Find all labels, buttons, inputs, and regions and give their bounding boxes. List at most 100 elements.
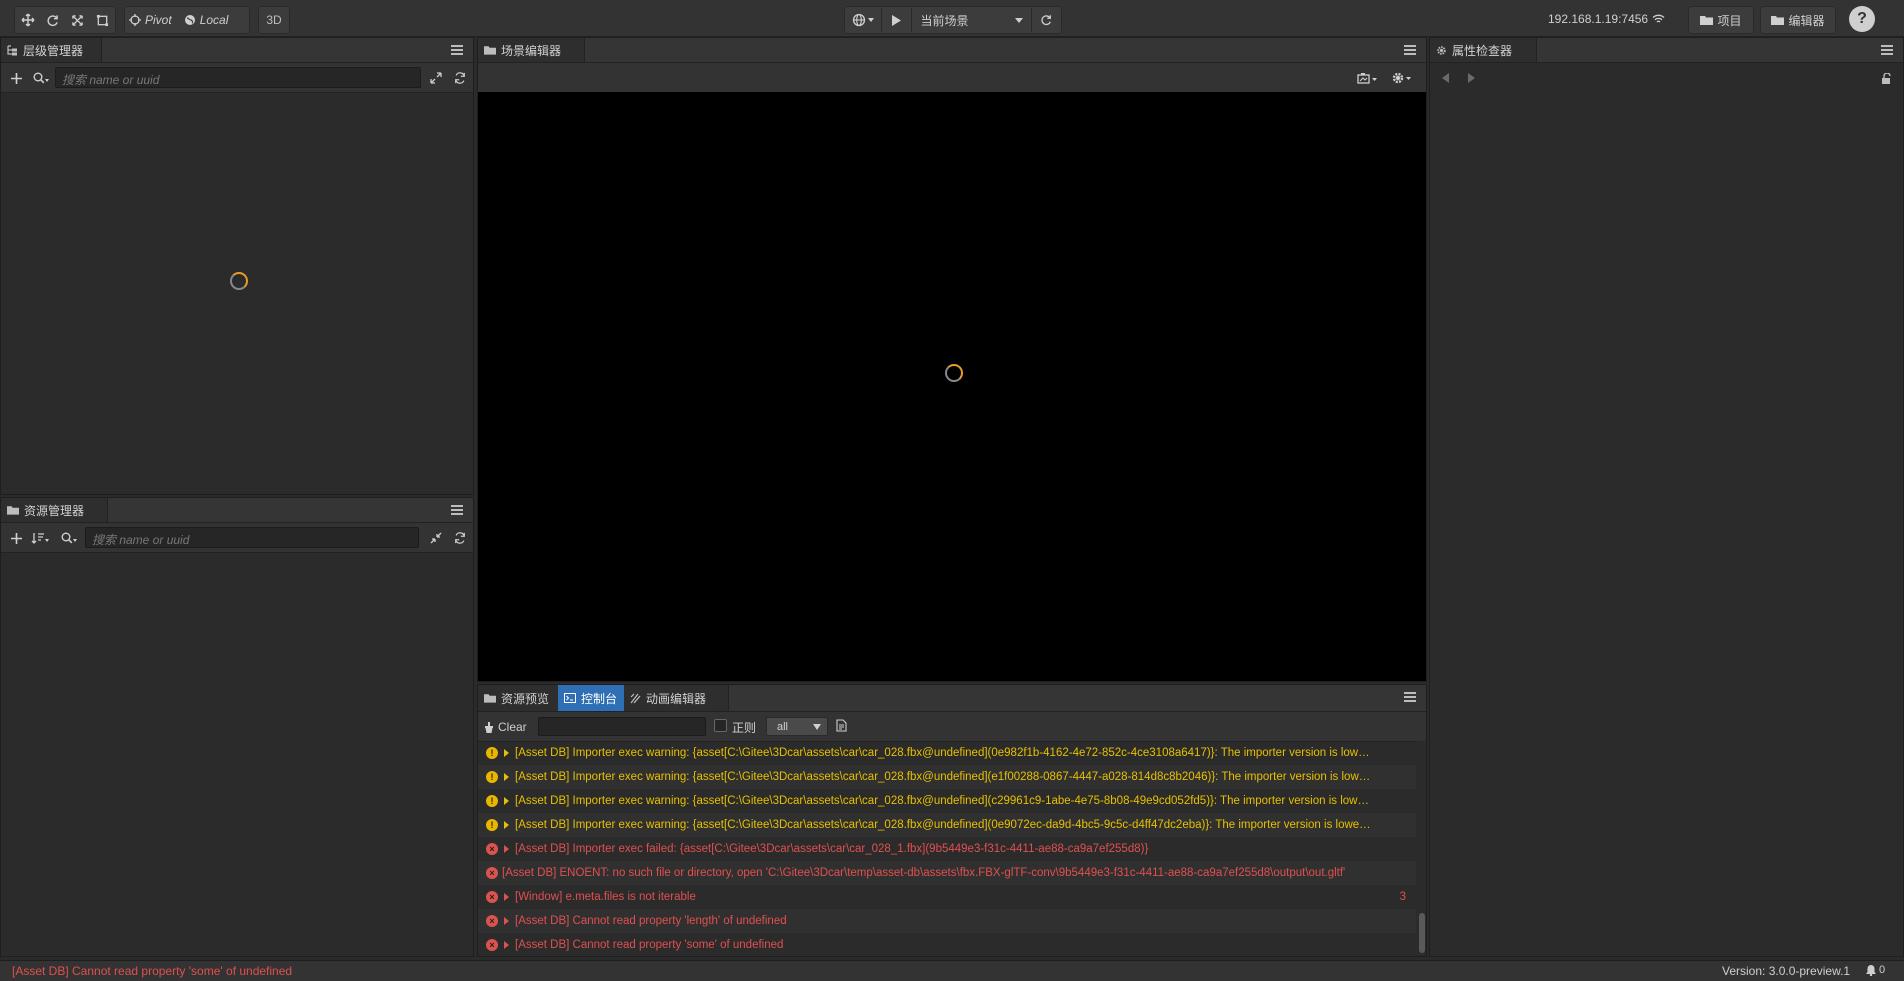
move-tool-icon[interactable] (15, 8, 40, 32)
project-button[interactable]: 项目 (1688, 6, 1754, 34)
tab-hierarchy[interactable]: 层级管理器 (1, 38, 102, 62)
editor-button[interactable]: 编辑器 (1760, 6, 1836, 34)
expand-all-icon[interactable] (427, 69, 445, 87)
rotate-tool-icon[interactable] (40, 8, 65, 32)
expand-arrow-icon[interactable] (504, 773, 509, 781)
console-error-row[interactable]: × [Asset DB] Importer exec failed: {asset… (478, 837, 1416, 861)
assets-menu-icon[interactable] (451, 503, 463, 515)
assets-tree[interactable] (1, 552, 473, 956)
scene-tabbar: 场景编辑器 (478, 38, 1426, 63)
tab-inspector[interactable]: 属性检查器 (1430, 38, 1537, 62)
console-warning-row[interactable]: ! [Asset DB] Importer exec warning: {asse… (478, 741, 1416, 765)
lock-icon[interactable] (1878, 69, 1896, 87)
back-arrow-icon[interactable] (1436, 69, 1454, 87)
status-bar: [Asset DB] Cannot read property 'some' o… (0, 960, 1904, 981)
console-log-list[interactable]: ! [Asset DB] Importer exec warning: {asse… (478, 741, 1416, 956)
console-error-row[interactable]: × [Asset DB] Cannot read property 'some' … (478, 933, 1416, 956)
notification-button[interactable]: 0 (1866, 964, 1885, 976)
collapse-all-icon[interactable] (427, 529, 445, 547)
console-error-row[interactable]: × [Asset DB] Cannot read property 'length… (478, 909, 1416, 933)
console-warning-row[interactable]: ! [Asset DB] Importer exec warning: {asse… (478, 813, 1416, 837)
loading-spinner-icon (945, 364, 963, 382)
pivot-button[interactable]: Pivot (125, 8, 176, 32)
sort-dropdown[interactable] (29, 529, 51, 547)
expand-arrow-icon[interactable] (504, 845, 509, 853)
error-icon: × (486, 843, 498, 855)
open-log-file-icon[interactable] (836, 719, 848, 732)
expand-arrow-icon[interactable] (504, 941, 509, 949)
tab-animation-editor[interactable]: 动画编辑器 (624, 685, 729, 711)
hierarchy-tree[interactable] (1, 92, 473, 494)
console-warning-row[interactable]: ! [Asset DB] Importer exec warning: {asse… (478, 765, 1416, 789)
settings-dropdown[interactable] (1388, 69, 1416, 87)
level-filter-select[interactable]: all (766, 717, 828, 736)
hierarchy-menu-icon[interactable] (451, 43, 463, 55)
loading-spinner-icon (230, 272, 248, 290)
console-scrollbar-thumb[interactable] (1419, 913, 1425, 953)
play-icon (892, 14, 902, 26)
preview-controls: 当前场景 (844, 6, 1062, 34)
hierarchy-panel: 层级管理器 搜索 name or uuid (0, 37, 474, 495)
platform-dropdown[interactable] (845, 8, 883, 32)
camera-dropdown[interactable] (1354, 69, 1382, 87)
scene-title: 场景编辑器 (501, 43, 562, 58)
play-button[interactable] (882, 8, 913, 32)
forward-arrow-icon[interactable] (1462, 69, 1480, 87)
scene-select-value: 当前场景 (920, 13, 969, 28)
console-menu-icon[interactable] (1404, 690, 1416, 702)
expand-arrow-icon[interactable] (504, 893, 509, 901)
search-icon (61, 532, 77, 544)
plus-icon (10, 72, 22, 84)
console-warning-row[interactable]: ! [Asset DB] Importer exec warning: {asse… (478, 789, 1416, 813)
scene-panel: 场景编辑器 (477, 37, 1427, 682)
hierarchy-tabbar: 层级管理器 (1, 38, 473, 63)
assets-title: 资源管理器 (24, 503, 85, 518)
add-asset-button[interactable] (7, 529, 25, 547)
add-node-button[interactable] (7, 69, 25, 87)
expand-arrow-icon[interactable] (504, 797, 509, 805)
preview-address[interactable]: 192.168.1.19:7456 (1548, 10, 1665, 28)
console-scrollbar[interactable] (1418, 741, 1426, 956)
mode-3d-button[interactable]: 3D (258, 6, 290, 34)
clear-button[interactable]: Clear (484, 718, 527, 736)
project-label: 项目 (1717, 13, 1742, 28)
assets-panel: 资源管理器 搜索 name or uuid (0, 497, 474, 957)
folder-icon (1771, 16, 1785, 25)
help-button[interactable]: ? (1849, 6, 1875, 32)
console-error-row[interactable]: × [Asset DB] ENOENT: no such file or dire… (478, 861, 1416, 885)
rect-tool-icon[interactable] (90, 8, 115, 32)
console-message: [Window] e.meta.files is not iterable (515, 891, 696, 903)
search-type-dropdown[interactable] (29, 69, 53, 87)
tab-scene[interactable]: 场景编辑器 (478, 38, 585, 62)
scene-viewport[interactable] (478, 92, 1426, 681)
hierarchy-toolbar: 搜索 name or uuid (1, 63, 473, 93)
console-message: [Asset DB] ENOENT: no such file or direc… (502, 867, 1346, 879)
inspector-menu-icon[interactable] (1881, 43, 1893, 55)
pivot-label: Pivot (145, 13, 172, 27)
inspector-panel: 属性检查器 (1429, 37, 1904, 957)
refresh-button[interactable] (1032, 8, 1061, 32)
hierarchy-title: 层级管理器 (23, 43, 84, 58)
console-filter-input[interactable] (538, 717, 706, 736)
console-toolbar: Clear 正则 all (478, 712, 1426, 742)
refresh-icon[interactable] (451, 69, 469, 87)
console-error-row[interactable]: × [Window] e.meta.files is not iterable 3 (478, 885, 1416, 909)
search-type-dropdown[interactable] (57, 529, 81, 547)
scene-select[interactable]: 当前场景 (912, 8, 1032, 32)
expand-arrow-icon[interactable] (504, 917, 509, 925)
local-button[interactable]: Local (180, 8, 233, 32)
expand-arrow-icon[interactable] (504, 749, 509, 757)
console-message: [Asset DB] Cannot read property 'length'… (515, 915, 787, 927)
assets-search-input[interactable]: 搜索 name or uuid (85, 527, 419, 548)
scale-tool-icon[interactable] (65, 8, 90, 32)
regex-checkbox[interactable] (714, 719, 727, 732)
scene-menu-icon[interactable] (1404, 43, 1416, 55)
status-message[interactable]: [Asset DB] Cannot read property 'some' o… (12, 964, 292, 978)
globe-icon (852, 13, 866, 27)
chevron-down-icon (813, 723, 821, 730)
hierarchy-search-input[interactable]: 搜索 name or uuid (55, 67, 421, 88)
expand-arrow-icon[interactable] (504, 821, 509, 829)
refresh-icon[interactable] (451, 529, 469, 547)
notification-count: 0 (1879, 964, 1886, 976)
tab-assets[interactable]: 资源管理器 (1, 498, 108, 522)
